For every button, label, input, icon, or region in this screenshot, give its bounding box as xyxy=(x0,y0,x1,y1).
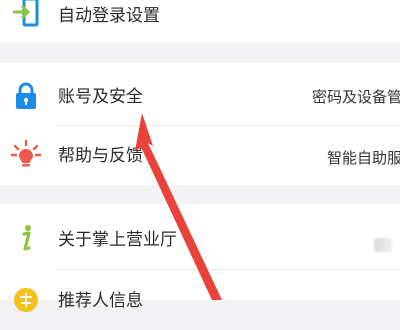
help-feedback-row[interactable]: 帮助与反馈 智能自助服 xyxy=(0,126,400,186)
blurred-value xyxy=(374,238,392,252)
help-feedback-label: 帮助与反馈 xyxy=(58,146,143,166)
recommender-info-label: 推荐人信息 xyxy=(58,291,143,311)
about-app-row[interactable]: 关于掌上营业厅 xyxy=(0,208,400,268)
recommend-badge-icon xyxy=(10,284,42,316)
auto-login-settings-row[interactable]: 自动登录设置 xyxy=(0,0,400,42)
recommender-info-row[interactable]: 推荐人信息 xyxy=(0,270,400,330)
account-security-row[interactable]: 账号及安全 密码及设备管 xyxy=(0,66,400,126)
lock-icon xyxy=(10,80,42,112)
help-feedback-value: 智能自助服 xyxy=(326,149,400,167)
lightbulb-icon xyxy=(10,139,42,171)
account-security-label: 账号及安全 xyxy=(58,87,143,107)
about-app-label: 关于掌上营业厅 xyxy=(58,230,177,250)
settings-group-1: 自动登录设置 xyxy=(0,0,400,42)
settings-group-2: 账号及安全 密码及设备管 帮助与反馈 智能自助服 xyxy=(0,63,400,185)
info-i-icon xyxy=(10,222,42,254)
auto-login-label: 自动登录设置 xyxy=(58,6,160,26)
account-security-value: 密码及设备管 xyxy=(311,88,400,106)
settings-group-3: 关于掌上营业厅 推荐人信息 xyxy=(0,204,400,312)
login-arrow-icon xyxy=(10,0,42,28)
